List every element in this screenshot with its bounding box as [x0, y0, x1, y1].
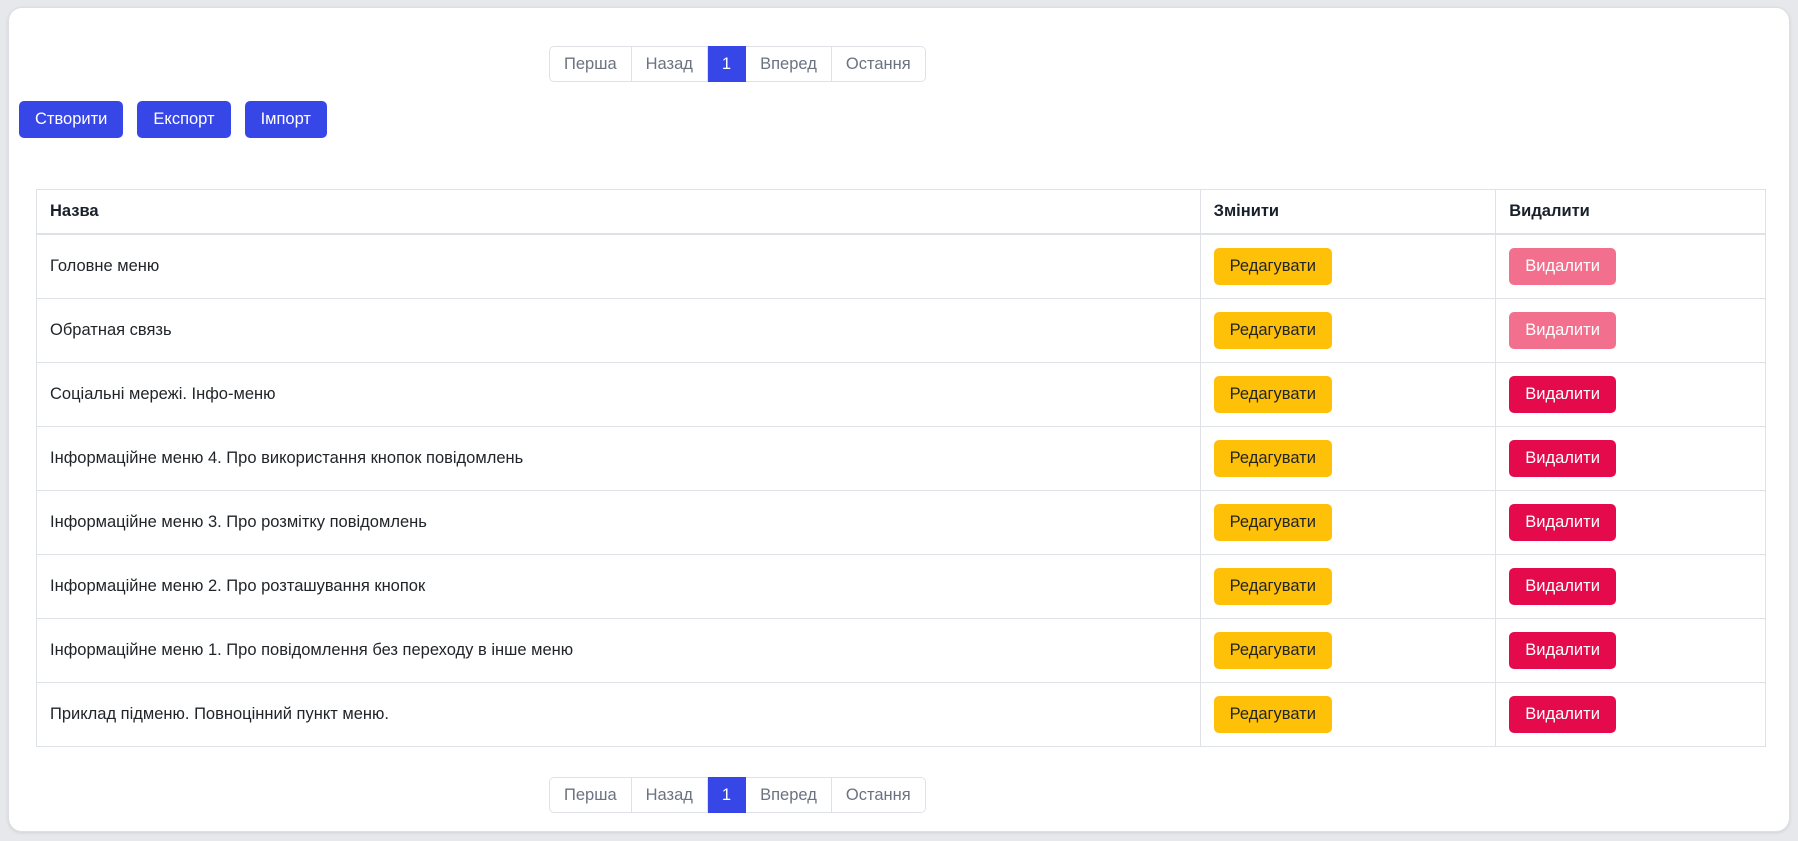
- delete-button[interactable]: Видалити: [1509, 696, 1616, 733]
- edit-cell: Редагувати: [1200, 363, 1496, 427]
- pagination-bottom: ПершаНазад1ВпередОстання: [549, 777, 926, 813]
- table-row: Інформаційне меню 4. Про використання кн…: [37, 427, 1766, 491]
- row-name: Інформаційне меню 3. Про розмітку повідо…: [37, 491, 1201, 555]
- column-header-edit: Змінити: [1200, 190, 1496, 235]
- edit-button[interactable]: Редагувати: [1214, 248, 1332, 285]
- import-button[interactable]: Імпорт: [245, 101, 327, 138]
- row-name: Інформаційне меню 2. Про розташування кн…: [37, 555, 1201, 619]
- delete-cell: Видалити: [1496, 299, 1766, 363]
- column-header-name: Назва: [37, 190, 1201, 235]
- delete-cell: Видалити: [1496, 683, 1766, 747]
- pagination-item-prev[interactable]: Назад: [632, 46, 708, 82]
- row-name: Головне меню: [37, 234, 1201, 299]
- edit-button[interactable]: Редагувати: [1214, 568, 1332, 605]
- delete-button[interactable]: Видалити: [1509, 440, 1616, 477]
- table-body: Головне менюРедагуватиВидалитиОбратная с…: [37, 234, 1766, 747]
- pagination-item-last[interactable]: Остання: [832, 777, 926, 813]
- pagination-item-first[interactable]: Перша: [549, 46, 632, 82]
- edit-button[interactable]: Редагувати: [1214, 504, 1332, 541]
- toolbar: Створити Експорт Імпорт: [19, 101, 1789, 138]
- delete-cell: Видалити: [1496, 363, 1766, 427]
- table-row: Головне меню Редагувати Видалити: [37, 234, 1766, 299]
- table-container: Назва Змінити Видалити Головне меню Редаг…: [36, 189, 1766, 747]
- delete-cell: Видалити: [1496, 427, 1766, 491]
- edit-cell: Редагувати: [1200, 299, 1496, 363]
- table-row: Обратная связь Редагувати Видалити: [37, 299, 1766, 363]
- delete-button[interactable]: Видалити: [1509, 632, 1616, 669]
- row-name: Інформаційне меню 4. Про використання кн…: [37, 427, 1201, 491]
- edit-button[interactable]: Редагувати: [1214, 696, 1332, 733]
- pagination-item-page-1[interactable]: 1: [708, 777, 746, 813]
- pagination-item-next[interactable]: Вперед: [746, 777, 832, 813]
- row-name: Обратная связь: [37, 299, 1201, 363]
- table-row: Приклад підменю. Повноцінний пункт меню.…: [37, 683, 1766, 747]
- edit-button[interactable]: Редагувати: [1214, 376, 1332, 413]
- pagination-list: ПершаНазад1ВпередОстання: [549, 46, 926, 82]
- pagination-top: ПершаНазад1ВпередОстання: [549, 46, 926, 82]
- edit-cell: Редагувати: [1200, 234, 1496, 299]
- column-header-delete: Видалити: [1496, 190, 1766, 235]
- table-header-row: Назва Змінити Видалити: [37, 190, 1766, 235]
- delete-button[interactable]: Видалити: [1509, 376, 1616, 413]
- pagination-list: ПершаНазад1ВпередОстання: [549, 777, 926, 813]
- edit-button[interactable]: Редагувати: [1214, 632, 1332, 669]
- pagination-item-next[interactable]: Вперед: [746, 46, 832, 82]
- delete-cell: Видалити: [1496, 619, 1766, 683]
- table-row: Інформаційне меню 1. Про повідомлення бе…: [37, 619, 1766, 683]
- create-button[interactable]: Створити: [19, 101, 123, 138]
- delete-button: Видалити: [1509, 312, 1616, 349]
- delete-cell: Видалити: [1496, 491, 1766, 555]
- export-button[interactable]: Експорт: [137, 101, 230, 138]
- delete-cell: Видалити: [1496, 234, 1766, 299]
- delete-button[interactable]: Видалити: [1509, 504, 1616, 541]
- edit-cell: Редагувати: [1200, 619, 1496, 683]
- pagination-item-page-1[interactable]: 1: [708, 46, 746, 82]
- content-card: ПершаНазад1ВпередОстання СтворитиЕкспорт…: [8, 7, 1790, 832]
- row-name: Соціальні мережі. Інфо-меню: [37, 363, 1201, 427]
- table-row: Інформаційне меню 2. Про розташування кн…: [37, 555, 1766, 619]
- row-name: Інформаційне меню 1. Про повідомлення бе…: [37, 619, 1201, 683]
- pagination-item-prev[interactable]: Назад: [632, 777, 708, 813]
- table-row: Соціальні мережі. Інфо-меню Редагувати Вид…: [37, 363, 1766, 427]
- row-name: Приклад підменю. Повноцінний пункт меню.: [37, 683, 1201, 747]
- edit-button[interactable]: Редагувати: [1214, 440, 1332, 477]
- edit-cell: Редагувати: [1200, 491, 1496, 555]
- pagination-item-last[interactable]: Остання: [832, 46, 926, 82]
- pagination-item-first[interactable]: Перша: [549, 777, 632, 813]
- edit-cell: Редагувати: [1200, 683, 1496, 747]
- table-row: Інформаційне меню 3. Про розмітку повідо…: [37, 491, 1766, 555]
- edit-button[interactable]: Редагувати: [1214, 312, 1332, 349]
- delete-button[interactable]: Видалити: [1509, 568, 1616, 605]
- edit-cell: Редагувати: [1200, 427, 1496, 491]
- menus-table: Назва Змінити Видалити Головне меню Редаг…: [36, 189, 1766, 747]
- delete-button: Видалити: [1509, 248, 1616, 285]
- edit-cell: Редагувати: [1200, 555, 1496, 619]
- delete-cell: Видалити: [1496, 555, 1766, 619]
